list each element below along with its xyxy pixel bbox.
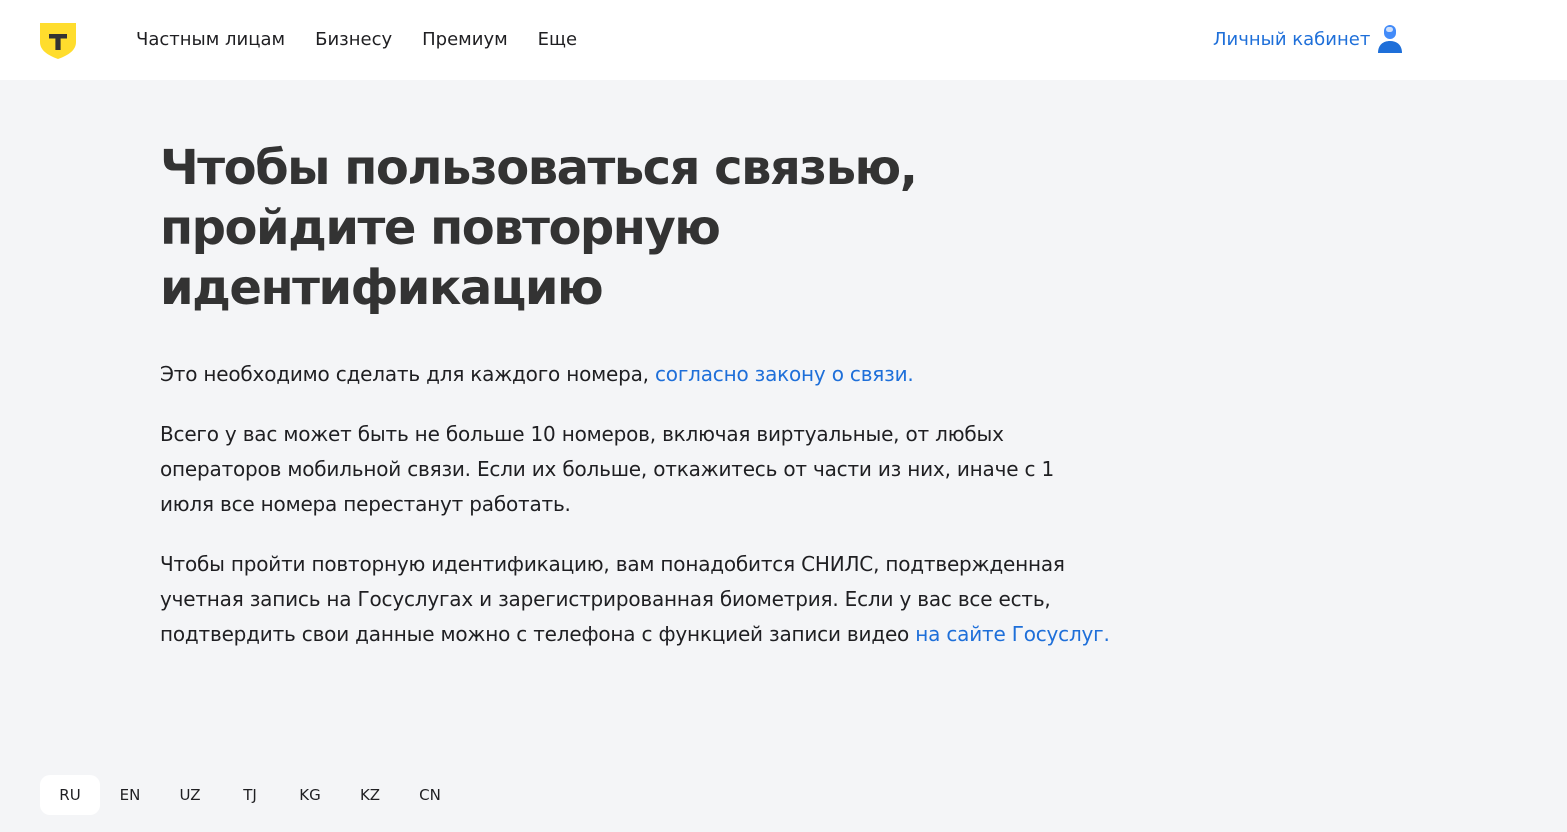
main-nav: Частным лицам Бизнесу Премиум Еще	[136, 29, 607, 51]
personal-cabinet-link[interactable]: Личный кабинет	[1213, 29, 1370, 51]
lang-kz[interactable]: KZ	[340, 775, 400, 815]
lang-kg[interactable]: KG	[280, 775, 340, 815]
paragraph-law: Это необходимо сделать для каждого номер…	[160, 357, 1140, 392]
nav-item-private[interactable]: Частным лицам	[136, 29, 285, 51]
paragraph-law-text: Это необходимо сделать для каждого номер…	[160, 362, 655, 386]
paragraph-number-limit: Всего у вас может быть не больше 10 номе…	[160, 422, 1054, 516]
language-switcher: RU EN UZ TJ KG KZ CN	[40, 775, 460, 815]
law-link[interactable]: согласно закону о связи.	[655, 362, 914, 386]
lang-uz[interactable]: UZ	[160, 775, 220, 815]
lang-tj[interactable]: TJ	[220, 775, 280, 815]
nav-item-business[interactable]: Бизнесу	[315, 29, 392, 51]
site-header: Частным лицам Бизнесу Премиум Еще Личный…	[0, 0, 1567, 80]
page-title: Чтобы пользоваться связью, пройдите повт…	[160, 140, 918, 316]
paragraph-requirements: Чтобы пройти повторную идентификацию, ва…	[160, 547, 1120, 652]
lang-cn[interactable]: CN	[400, 775, 460, 815]
tbank-logo-icon[interactable]	[39, 22, 77, 60]
nav-item-premium[interactable]: Премиум	[422, 29, 508, 51]
lang-ru[interactable]: RU	[40, 775, 100, 815]
nav-item-more[interactable]: Еще	[538, 29, 577, 51]
lang-en[interactable]: EN	[100, 775, 160, 815]
user-avatar-icon[interactable]	[1377, 24, 1403, 54]
main-content: Чтобы пользоваться связью, пройдите повт…	[160, 138, 1140, 652]
gosuslugi-link[interactable]: на сайте Госуслуг.	[915, 622, 1110, 646]
